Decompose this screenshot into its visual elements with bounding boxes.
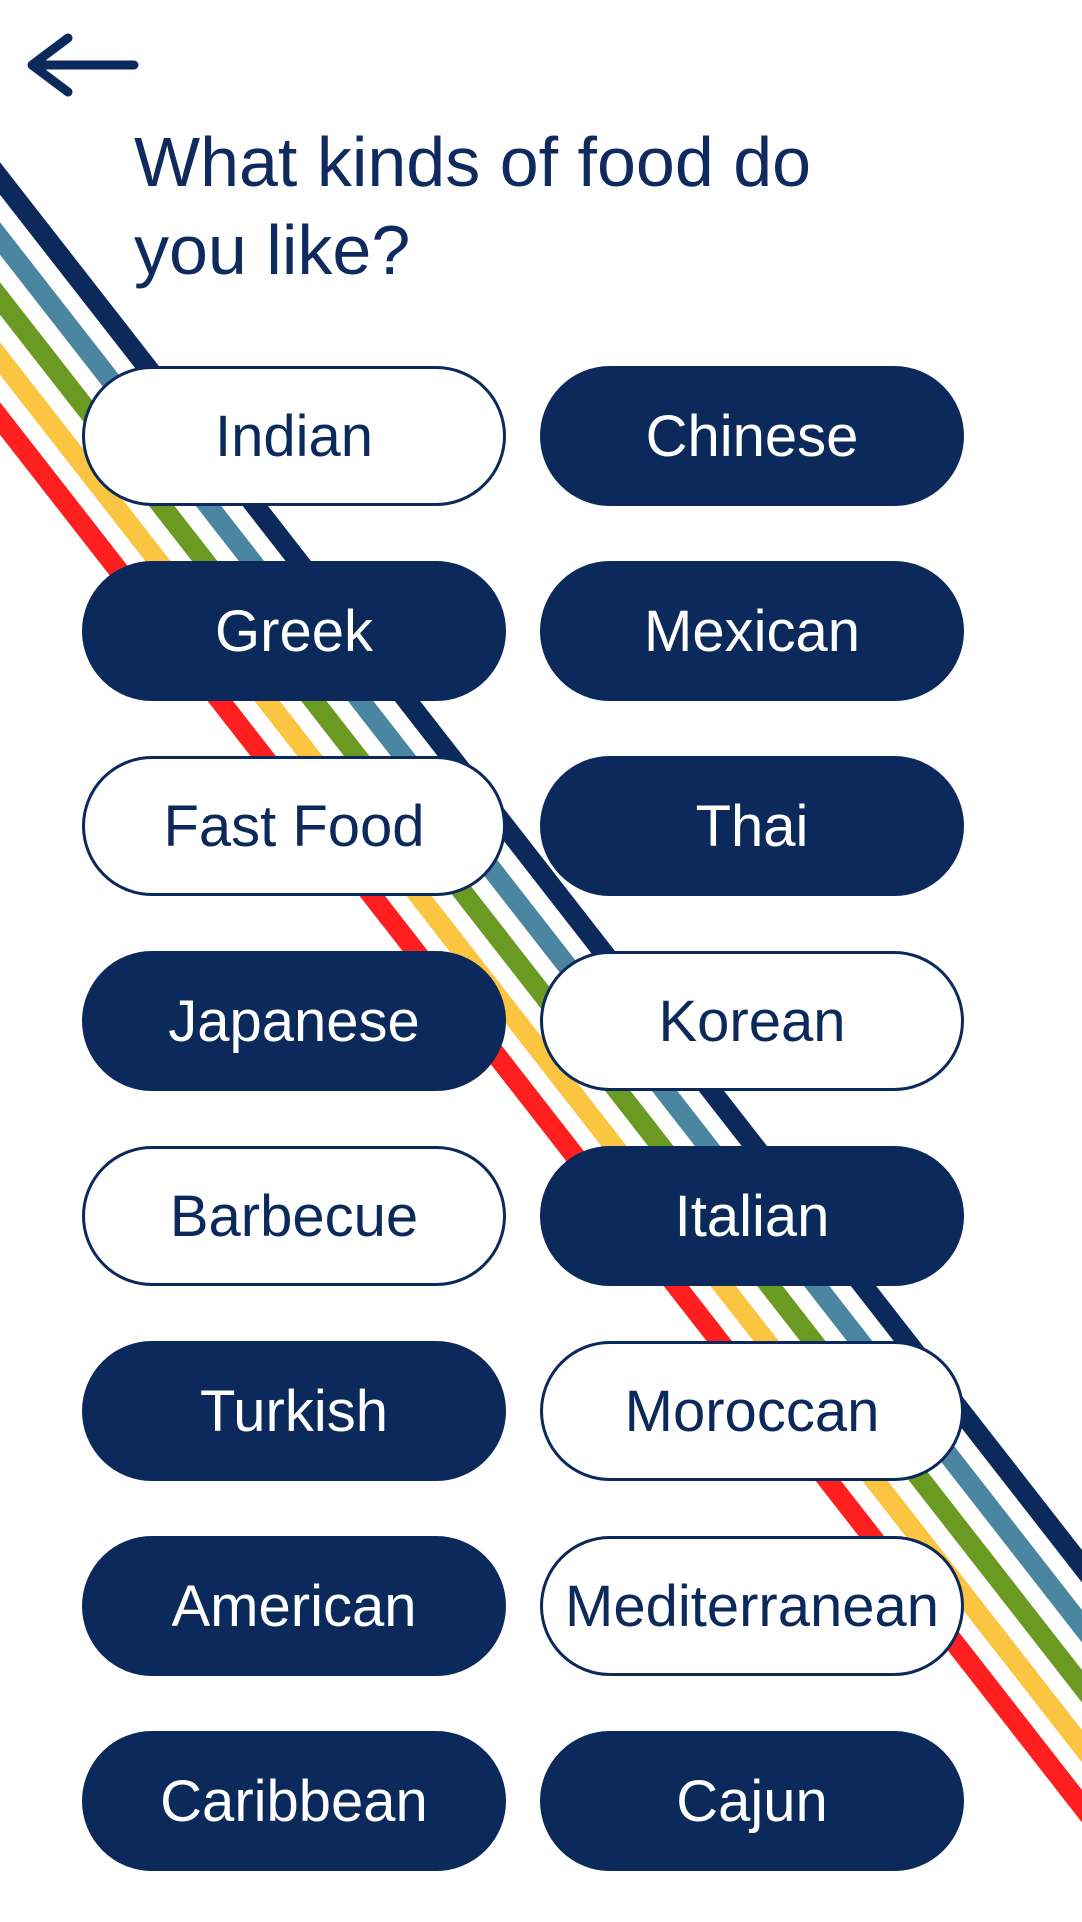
cuisine-chip-mexican[interactable]: Mexican	[540, 561, 964, 701]
chip-label: Cajun	[676, 1768, 828, 1834]
back-button[interactable]	[24, 30, 142, 100]
chip-label: Japanese	[168, 988, 420, 1054]
cuisine-chip-fast-food[interactable]: Fast Food	[82, 756, 506, 896]
cuisine-chip-caribbean[interactable]: Caribbean	[82, 1731, 506, 1871]
chip-label: Fast Food	[163, 793, 425, 859]
chip-label: Moroccan	[624, 1378, 880, 1444]
chip-label: Mexican	[644, 598, 860, 664]
chip-label: Turkish	[200, 1378, 388, 1444]
arrow-left-icon	[27, 33, 139, 97]
cuisine-chip-turkish[interactable]: Turkish	[82, 1341, 506, 1481]
cuisine-chip-chinese[interactable]: Chinese	[540, 366, 964, 506]
cuisine-chip-japanese[interactable]: Japanese	[82, 951, 506, 1091]
page-title: What kinds of food do you like?	[134, 123, 812, 289]
chip-label: American	[171, 1573, 417, 1639]
cuisine-chip-greek[interactable]: Greek	[82, 561, 506, 701]
cuisine-chip-mediterranean[interactable]: Mediterranean	[540, 1536, 964, 1676]
cuisine-chip-moroccan[interactable]: Moroccan	[540, 1341, 964, 1481]
chip-label: Mediterranean	[565, 1573, 939, 1639]
chip-label: Italian	[674, 1183, 830, 1249]
cuisine-chip-american[interactable]: American	[82, 1536, 506, 1676]
chip-label: Chinese	[645, 403, 859, 469]
cuisine-chip-italian[interactable]: Italian	[540, 1146, 964, 1286]
chip-label: Thai	[695, 793, 809, 859]
chip-label: Greek	[215, 598, 373, 664]
chip-label: Korean	[658, 988, 846, 1054]
cuisine-chip-indian[interactable]: Indian	[82, 366, 506, 506]
cuisine-chip-korean[interactable]: Korean	[540, 951, 964, 1091]
chip-label: Caribbean	[160, 1768, 428, 1834]
chip-label: Indian	[214, 403, 374, 469]
cuisine-chip-barbecue[interactable]: Barbecue	[82, 1146, 506, 1286]
cuisine-chip-cajun[interactable]: Cajun	[540, 1731, 964, 1871]
chip-label: Barbecue	[169, 1183, 419, 1249]
cuisine-chip-thai[interactable]: Thai	[540, 756, 964, 896]
